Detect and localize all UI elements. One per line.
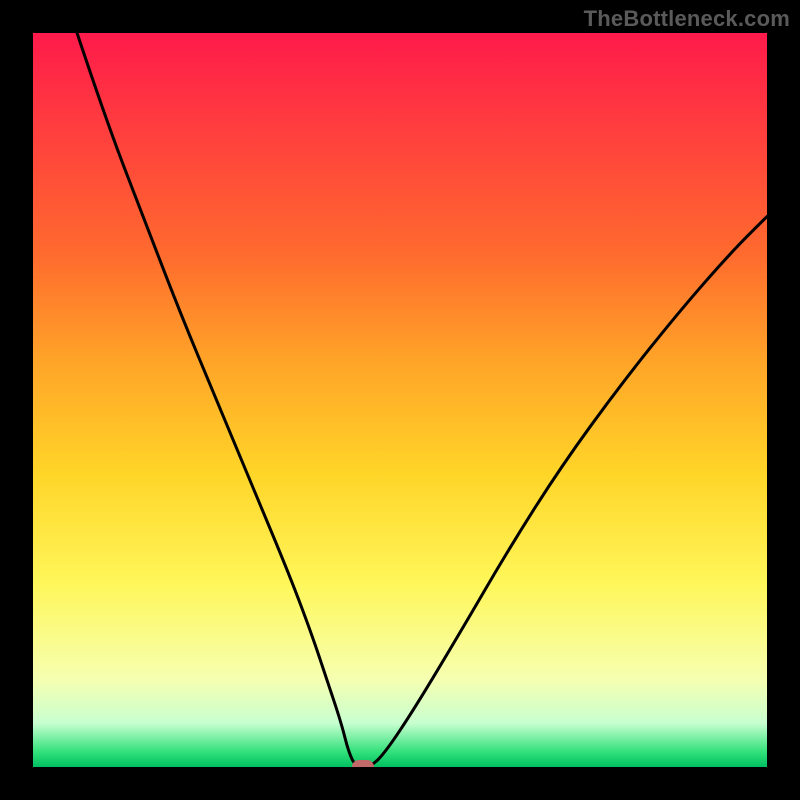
watermark-text: TheBottleneck.com (584, 6, 790, 32)
bottleneck-curve (77, 33, 767, 767)
chart-frame: TheBottleneck.com (0, 0, 800, 800)
curve-svg (33, 33, 767, 767)
plot-area (33, 33, 767, 767)
optimum-marker (352, 760, 374, 767)
